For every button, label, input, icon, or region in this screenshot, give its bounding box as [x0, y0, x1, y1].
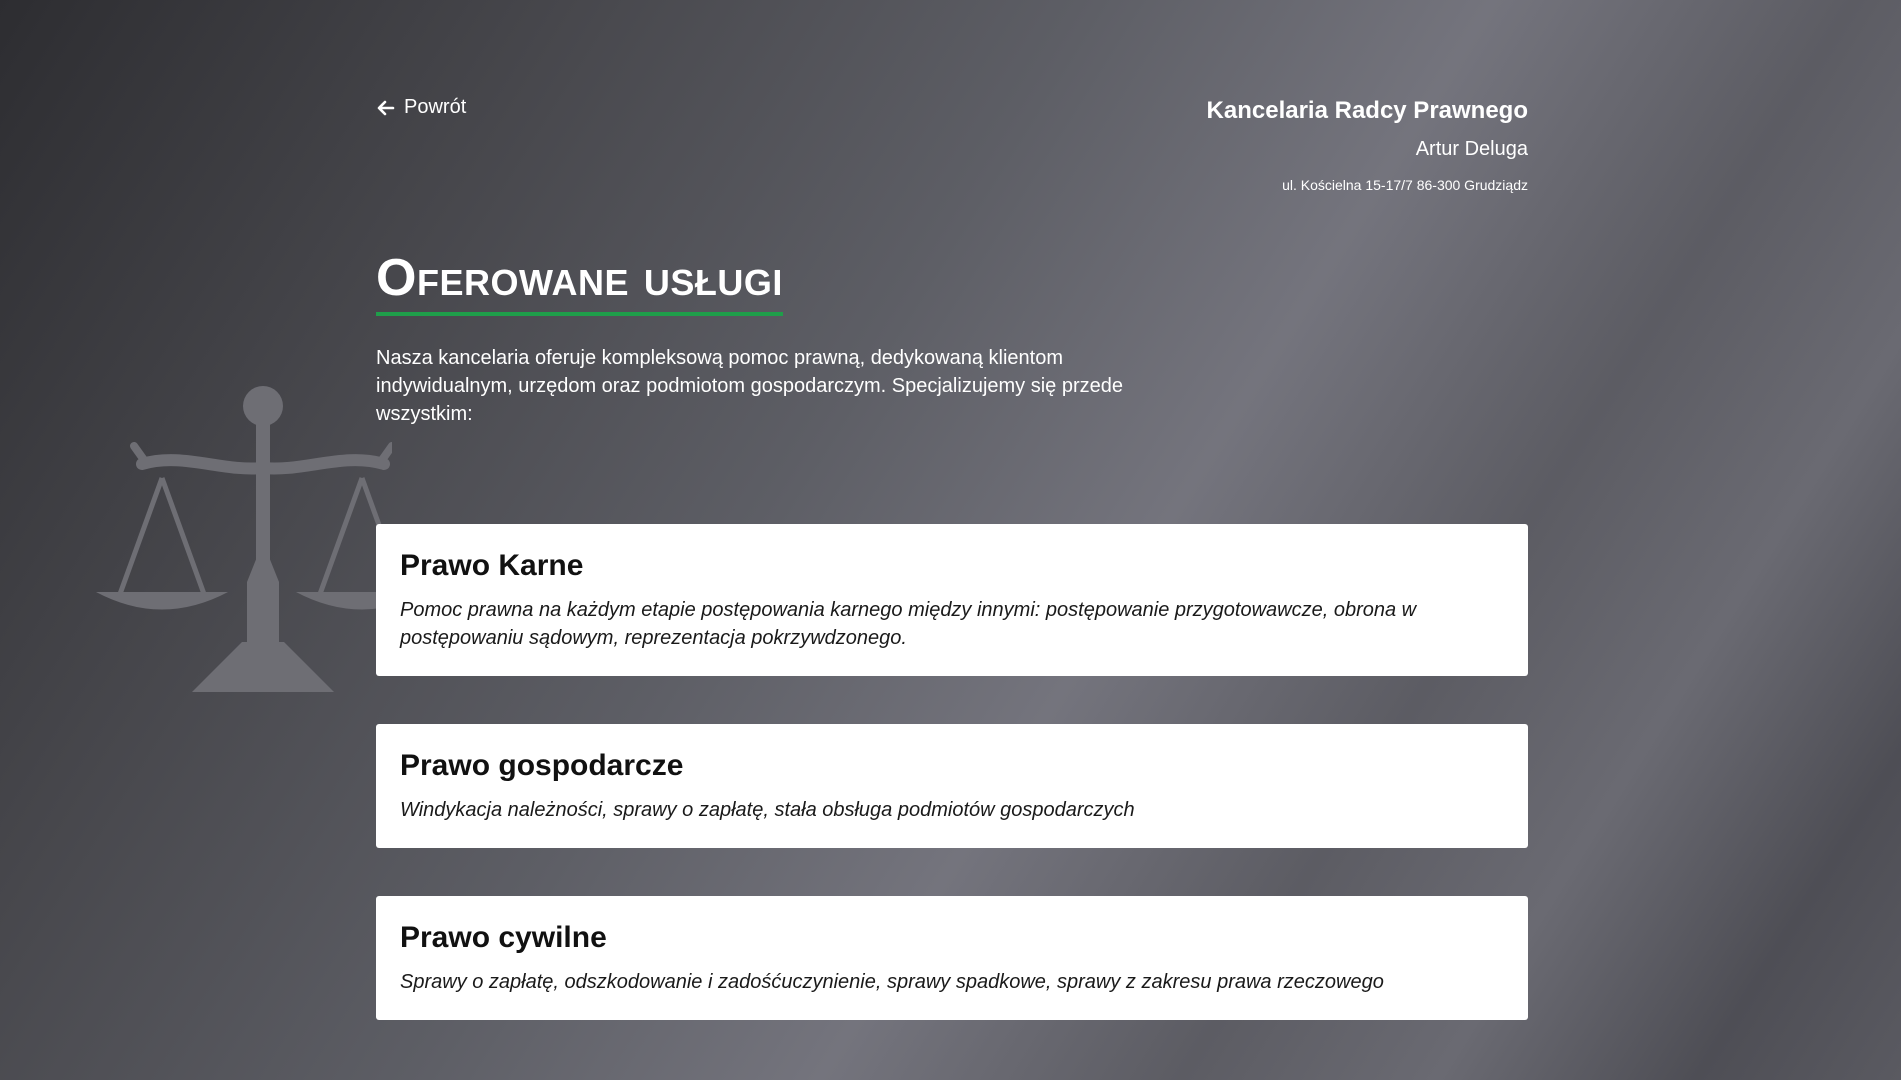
- service-title: Prawo gospodarcze: [400, 749, 684, 782]
- firm-name: Kancelaria Radcy Prawnego: [1206, 97, 1528, 124]
- service-card-civil-law: Prawo cywilne Sprawy o zapłatę, odszkodo…: [376, 896, 1528, 1020]
- service-description: Windykacja należności, sprawy o zapłatę,…: [400, 799, 1135, 821]
- firm-info: Kancelaria Radcy Prawnego Artur Deluga u…: [1207, 96, 1528, 194]
- firm-person: Artur Deluga: [1415, 138, 1528, 160]
- service-title: Prawo cywilne: [400, 921, 607, 954]
- back-label: Powrót: [404, 96, 467, 118]
- service-card-business-law: Prawo gospodarcze Windykacja należności,…: [376, 724, 1528, 848]
- service-description: Pomoc prawna na każdym etapie postępowan…: [400, 599, 1417, 649]
- intro-text: Nasza kancelaria oferuje kompleksową pom…: [376, 347, 1124, 425]
- arrow-left-icon: [376, 98, 396, 118]
- back-link[interactable]: Powrót: [376, 96, 466, 119]
- scales-of-justice-icon: [96, 386, 392, 692]
- page-container: Powrót Kancelaria Radcy Prawnego Artur D…: [376, 0, 1528, 1080]
- page-title: Oferowane usługi: [376, 246, 783, 316]
- service-title: Prawo Karne: [400, 549, 584, 582]
- service-description: Sprawy o zapłatę, odszkodowanie i zadość…: [400, 971, 1384, 993]
- service-card-criminal-law: Prawo Karne Pomoc prawna na każdym etapi…: [376, 524, 1528, 676]
- firm-address: ul. Kościelna 15-17/7 86-300 Grudziądz: [1282, 177, 1528, 193]
